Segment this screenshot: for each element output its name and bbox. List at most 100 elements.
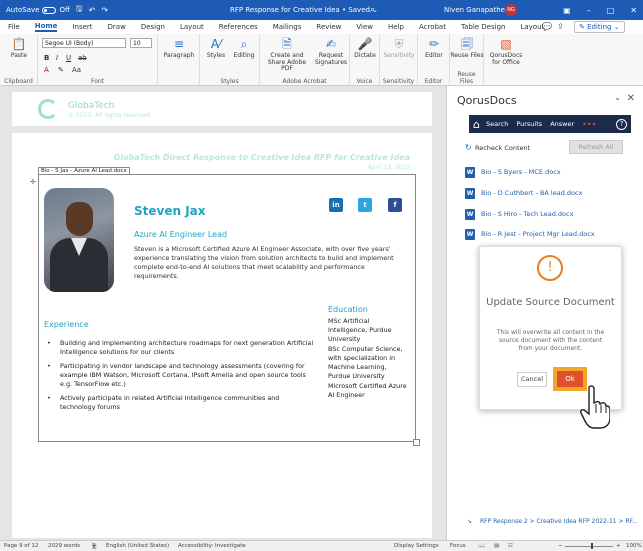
highlight-button[interactable]: ✎ (58, 66, 64, 74)
qorusdocs-button[interactable]: ▧ QorusDocs for Office (486, 37, 526, 66)
proofing-icon[interactable]: 🖹 (92, 543, 96, 551)
close-icon[interactable]: ✕ (627, 93, 635, 104)
underline-button[interactable]: U (66, 54, 71, 62)
minimize-icon[interactable]: – (587, 6, 591, 15)
paste-button[interactable]: 📋 Paste (6, 37, 32, 60)
accessibility-status[interactable]: Accessibility: Investigate (178, 543, 246, 549)
styles-button[interactable]: A⁄ Styles (202, 37, 230, 60)
bold-button[interactable]: B (44, 54, 49, 62)
document-page[interactable]: GlobaTech Direct Response to Creative Id… (12, 133, 432, 538)
ribbon-options-icon[interactable]: ▣ (563, 6, 571, 15)
zoom-level[interactable]: 100% (626, 543, 642, 549)
share-icon[interactable]: ⇪ (557, 22, 564, 31)
tab-insert[interactable]: Insert (72, 23, 92, 31)
list-item[interactable]: W Bio - R Jest - Project Mgr Lead.docx (465, 227, 595, 241)
more-icon[interactable]: ••• (582, 120, 596, 129)
refresh-all-button[interactable]: Refresh All (569, 140, 623, 154)
tab-layout[interactable]: Layout (520, 23, 544, 31)
paragraph-button[interactable]: ≡ Paragraph (162, 37, 196, 60)
tab-table-design[interactable]: Table Design (461, 23, 506, 31)
close-icon[interactable]: ✕ (630, 6, 637, 15)
nav-answer[interactable]: Answer (550, 120, 574, 128)
undo-icon[interactable]: ↶ (89, 6, 96, 15)
qorusdocs-group: ▧ QorusDocs for Office (484, 34, 528, 86)
language[interactable]: English (United States) (106, 543, 169, 549)
zoom-in-icon[interactable]: + (616, 543, 621, 549)
content-control[interactable]: Bio - S Jax - Azure AI Lead.docx ✛ Steve… (30, 167, 420, 446)
cancel-button[interactable]: Cancel (517, 372, 547, 387)
font-color-button[interactable]: A (44, 66, 49, 74)
print-layout-icon[interactable]: ▤ (494, 543, 499, 549)
dictate-button[interactable]: 🎤 Dictate (350, 37, 380, 60)
zoom-slider-thumb[interactable] (591, 543, 594, 549)
editing-ribbon-button[interactable]: ⌕ Editing (230, 37, 258, 60)
autosave-state: Off (59, 6, 70, 14)
tab-design[interactable]: Design (141, 23, 165, 31)
editor-pen-icon: ✏ (428, 37, 440, 51)
search-icon[interactable]: ⌕ (370, 5, 375, 15)
list-item[interactable]: W Bio - D Cuthbert - BA lead.docx (465, 186, 582, 200)
list-item[interactable]: W Bio - S Byers - MCE.docx (465, 165, 561, 179)
comments-icon[interactable]: 💬 (542, 22, 552, 31)
sensitivity-button[interactable]: ⛨ Sensitivity (380, 37, 418, 60)
logo-copyright: © 2020. All rights reserved. (68, 112, 152, 119)
italic-button[interactable]: I (56, 54, 58, 62)
tab-view[interactable]: View (356, 23, 373, 31)
word-doc-icon: W (465, 228, 475, 240)
page-count[interactable]: Page 9 of 12 (4, 543, 38, 549)
tab-acrobat[interactable]: Acrobat (419, 23, 446, 31)
reuse-files-button[interactable]: 🗐 Reuse Files (450, 37, 484, 60)
collapse-icon[interactable]: ↘ (467, 518, 472, 525)
recheck-content-button[interactable]: Recheck Content (475, 144, 530, 152)
web-layout-icon[interactable]: ☷ (508, 543, 513, 549)
paragraph-icon: ≡ (173, 37, 185, 51)
list-item[interactable]: W Bio - S Hiro - Tech Lead.docx (465, 207, 573, 221)
editor-button[interactable]: ✏ Editor (418, 37, 450, 60)
create-share-pdf-button[interactable]: 🗎 Create and Share Adobe PDF (262, 37, 312, 73)
read-mode-icon[interactable]: 📖 (478, 543, 485, 549)
home-icon[interactable]: ⌂ (473, 118, 480, 131)
breadcrumb[interactable]: ↘ RFP Response 2 > Creative Idea RFP 202… (467, 518, 638, 525)
autosave-label: AutoSave (6, 6, 40, 14)
document-area[interactable]: GlobaTech © 2020. All rights reserved. G… (0, 86, 446, 540)
font-size-box[interactable]: 10 (130, 38, 152, 48)
display-settings[interactable]: Display Settings (394, 543, 439, 549)
tab-review[interactable]: Review (316, 23, 341, 31)
maximize-icon[interactable]: □ (607, 6, 615, 15)
focus-button[interactable]: Focus (450, 543, 466, 549)
redo-icon[interactable]: ↷ (101, 6, 108, 15)
editing-mode-button[interactable]: ✎ Editing ⌄ (574, 21, 625, 33)
list-item: MSc Artificial Intelligence, Purdue Univ… (328, 317, 392, 343)
text-effects-button[interactable]: Aa (72, 66, 81, 74)
resize-handle[interactable] (413, 439, 420, 446)
adobe-group-label: Adobe Acrobat (282, 78, 327, 85)
paragraph-group: ≡ Paragraph (158, 34, 200, 86)
autosave-toggle[interactable] (42, 6, 57, 14)
photo-head (66, 202, 93, 236)
tab-file[interactable]: File (8, 23, 20, 31)
tab-references[interactable]: References (219, 23, 258, 31)
tab-home[interactable]: Home (34, 22, 58, 32)
shield-icon: ⛨ (394, 37, 404, 51)
nav-search[interactable]: Search (486, 120, 508, 128)
zoom-slider[interactable] (565, 543, 613, 549)
avatar[interactable]: NG (505, 4, 517, 16)
profile-photo (44, 188, 114, 292)
help-icon[interactable]: ? (616, 118, 627, 130)
strikethrough-button[interactable]: ab (78, 54, 87, 62)
recheck-icon[interactable]: ↻ (465, 143, 472, 152)
content-control-tag[interactable]: Bio - S Jax - Azure AI Lead.docx (38, 167, 130, 175)
font-name-box[interactable]: Segoe UI (Body) (42, 38, 126, 48)
word-count[interactable]: 2029 words (48, 543, 80, 549)
tab-layout[interactable]: Layout (180, 23, 204, 31)
request-signatures-button[interactable]: ✍ Request Signatures (314, 37, 348, 66)
move-handle-icon[interactable]: ✛ (30, 178, 36, 186)
tab-mailings[interactable]: Mailings (273, 23, 302, 31)
tab-draw[interactable]: Draw (108, 23, 126, 31)
save-icon[interactable]: 🖫 (76, 3, 83, 17)
person-bio: Steven is a Microsoft Certified Azure AI… (134, 245, 394, 280)
zoom-out-icon[interactable]: − (558, 543, 563, 549)
nav-pursuits[interactable]: Pursuits (516, 120, 542, 128)
tab-help[interactable]: Help (388, 23, 404, 31)
chevron-down-icon[interactable]: ⌄ (614, 93, 621, 102)
